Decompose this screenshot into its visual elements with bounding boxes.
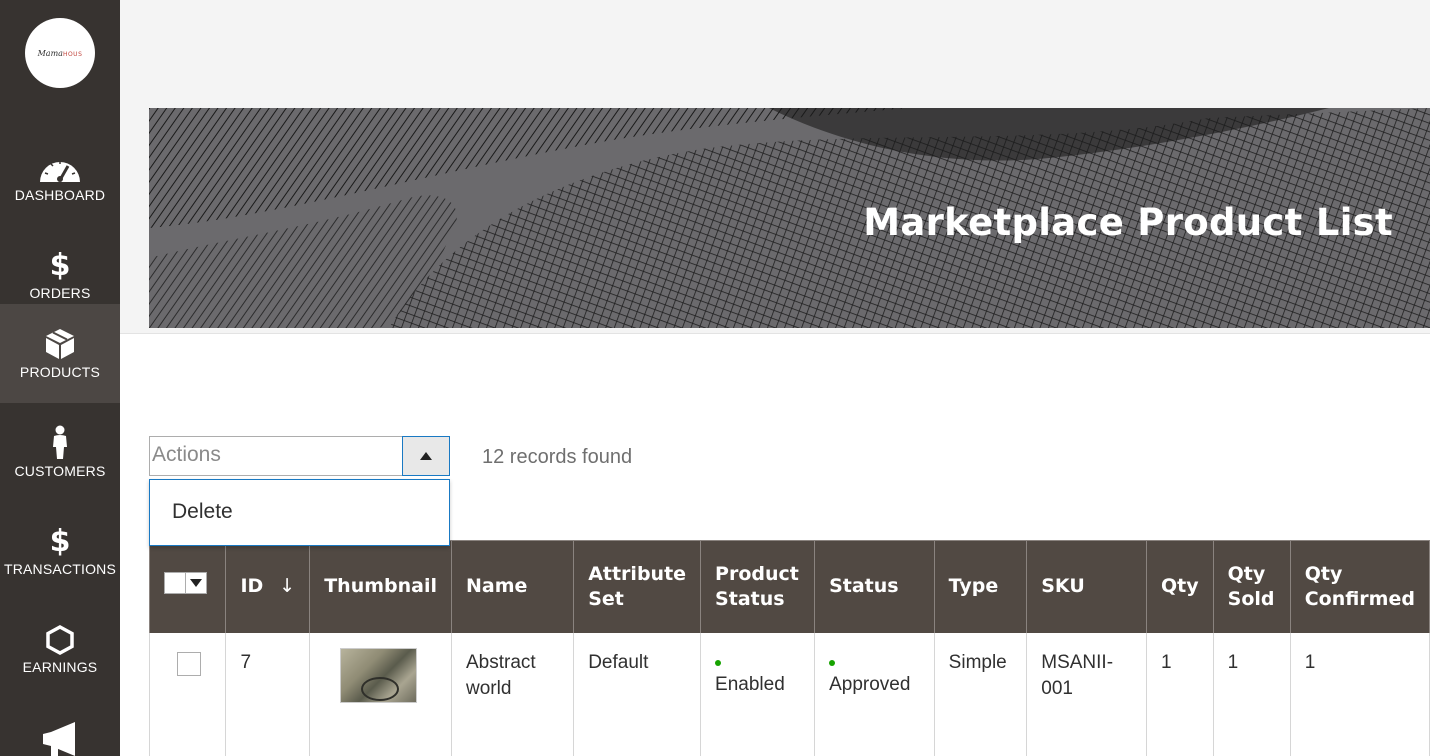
cell-sku: MSANII- 001 — [1026, 632, 1148, 756]
product-thumbnail-image[interactable] — [340, 647, 418, 703]
page-title: Marketplace Product List — [863, 201, 1393, 244]
sort-desc-icon: ↓ — [279, 575, 296, 598]
chevron-up-icon — [420, 452, 432, 460]
column-header-status[interactable]: Status — [814, 540, 935, 633]
row-checkbox[interactable] — [177, 651, 201, 676]
column-header-type[interactable]: Type — [933, 540, 1028, 633]
column-header-sku[interactable]: SKU — [1026, 540, 1148, 633]
megaphone-icon — [41, 712, 79, 756]
sidebar-item-label: PRODUCTS — [19, 363, 101, 380]
cell-id: 7 — [225, 632, 311, 756]
dollar-icon: $ — [49, 248, 71, 283]
actions-toggle-button[interactable] — [402, 436, 450, 476]
column-header-qty-confirmed[interactable]: Qty Confirmed — [1289, 540, 1430, 633]
logo-text: MamaHOUS — [37, 48, 83, 58]
column-header-qty-sold[interactable]: Qty Sold — [1212, 540, 1291, 633]
column-header-thumbnail: Thumbnail — [309, 540, 452, 633]
sidebar-item-transactions[interactable]: $ TRANSACTIONS — [0, 502, 120, 600]
cell-qty-sold[interactable]: 1 — [1212, 632, 1291, 756]
mass-select-checkbox[interactable] — [164, 572, 186, 595]
column-header-attribute-set[interactable]: Attribute Set — [573, 540, 702, 633]
action-delete[interactable]: Delete — [172, 500, 233, 524]
cell-qty: 1 — [1146, 632, 1214, 756]
actions-label: Actions — [152, 443, 221, 466]
cell-thumbnail — [309, 632, 452, 756]
column-header-id[interactable]: ID ↓ — [225, 540, 311, 633]
sidebar-item-products[interactable]: PRODUCTS — [0, 304, 120, 403]
chevron-down-icon — [190, 579, 202, 588]
sidebar-item-label: CUSTOMERS — [14, 463, 106, 479]
cell-attribute-set: Default — [573, 632, 702, 756]
sidebar-item-customers[interactable]: CUSTOMERS — [0, 404, 120, 502]
actions-dropdown[interactable]: Actions — [149, 436, 450, 476]
cell-type: Simple — [933, 632, 1028, 756]
sidebar: MamaHOUS DASHBOARD $ ORDERS PRODUCTS CUS… — [0, 0, 120, 756]
sidebar-item-label: TRANSACTIONS — [3, 561, 117, 577]
cell-qty-confirmed: 1 — [1289, 632, 1430, 756]
status-dot-icon — [829, 659, 836, 666]
box-icon — [45, 328, 75, 360]
sidebar-item-earnings[interactable]: EARNINGS — [0, 600, 120, 698]
status-dot-icon — [715, 659, 722, 666]
person-icon — [51, 425, 69, 459]
sidebar-item-label: DASHBOARD — [14, 187, 106, 203]
column-header-product-status[interactable]: Product Status — [700, 540, 816, 633]
product-grid: ID ↓ Thumbnail Name Attribute Set Product S… — [148, 540, 1430, 756]
hexagon-icon — [46, 623, 74, 655]
sidebar-item-dashboard[interactable]: DASHBOARD — [0, 128, 120, 226]
dashboard-gauge-icon — [39, 151, 81, 183]
dollar-icon: $ — [49, 524, 71, 559]
column-header-qty[interactable]: Qty — [1146, 540, 1214, 633]
sidebar-item-marketing[interactable] — [0, 712, 120, 756]
cell-product-status: Enabled — [700, 632, 816, 756]
cell-status: Approved — [814, 632, 935, 756]
store-logo[interactable]: MamaHOUS — [25, 18, 95, 88]
records-found-count: 12 records found — [482, 446, 633, 468]
row-select-cell — [148, 632, 227, 756]
column-header-name[interactable]: Name — [450, 540, 575, 633]
mass-select-header — [148, 540, 227, 633]
cell-name[interactable]: Abstract world — [450, 632, 575, 756]
mass-select-dropdown[interactable] — [185, 572, 207, 595]
sidebar-item-label: ORDERS — [29, 285, 91, 301]
actions-menu: Delete — [149, 479, 450, 546]
mass-select-control[interactable] — [164, 572, 207, 595]
table-row[interactable]: 7 Abstract world Default Enabled Approved… — [148, 632, 1430, 756]
page-header-banner: Marketplace Product List — [149, 108, 1430, 328]
sidebar-item-label: EARNINGS — [22, 659, 98, 675]
grid-header-row: ID ↓ Thumbnail Name Attribute Set Product S… — [148, 540, 1430, 633]
